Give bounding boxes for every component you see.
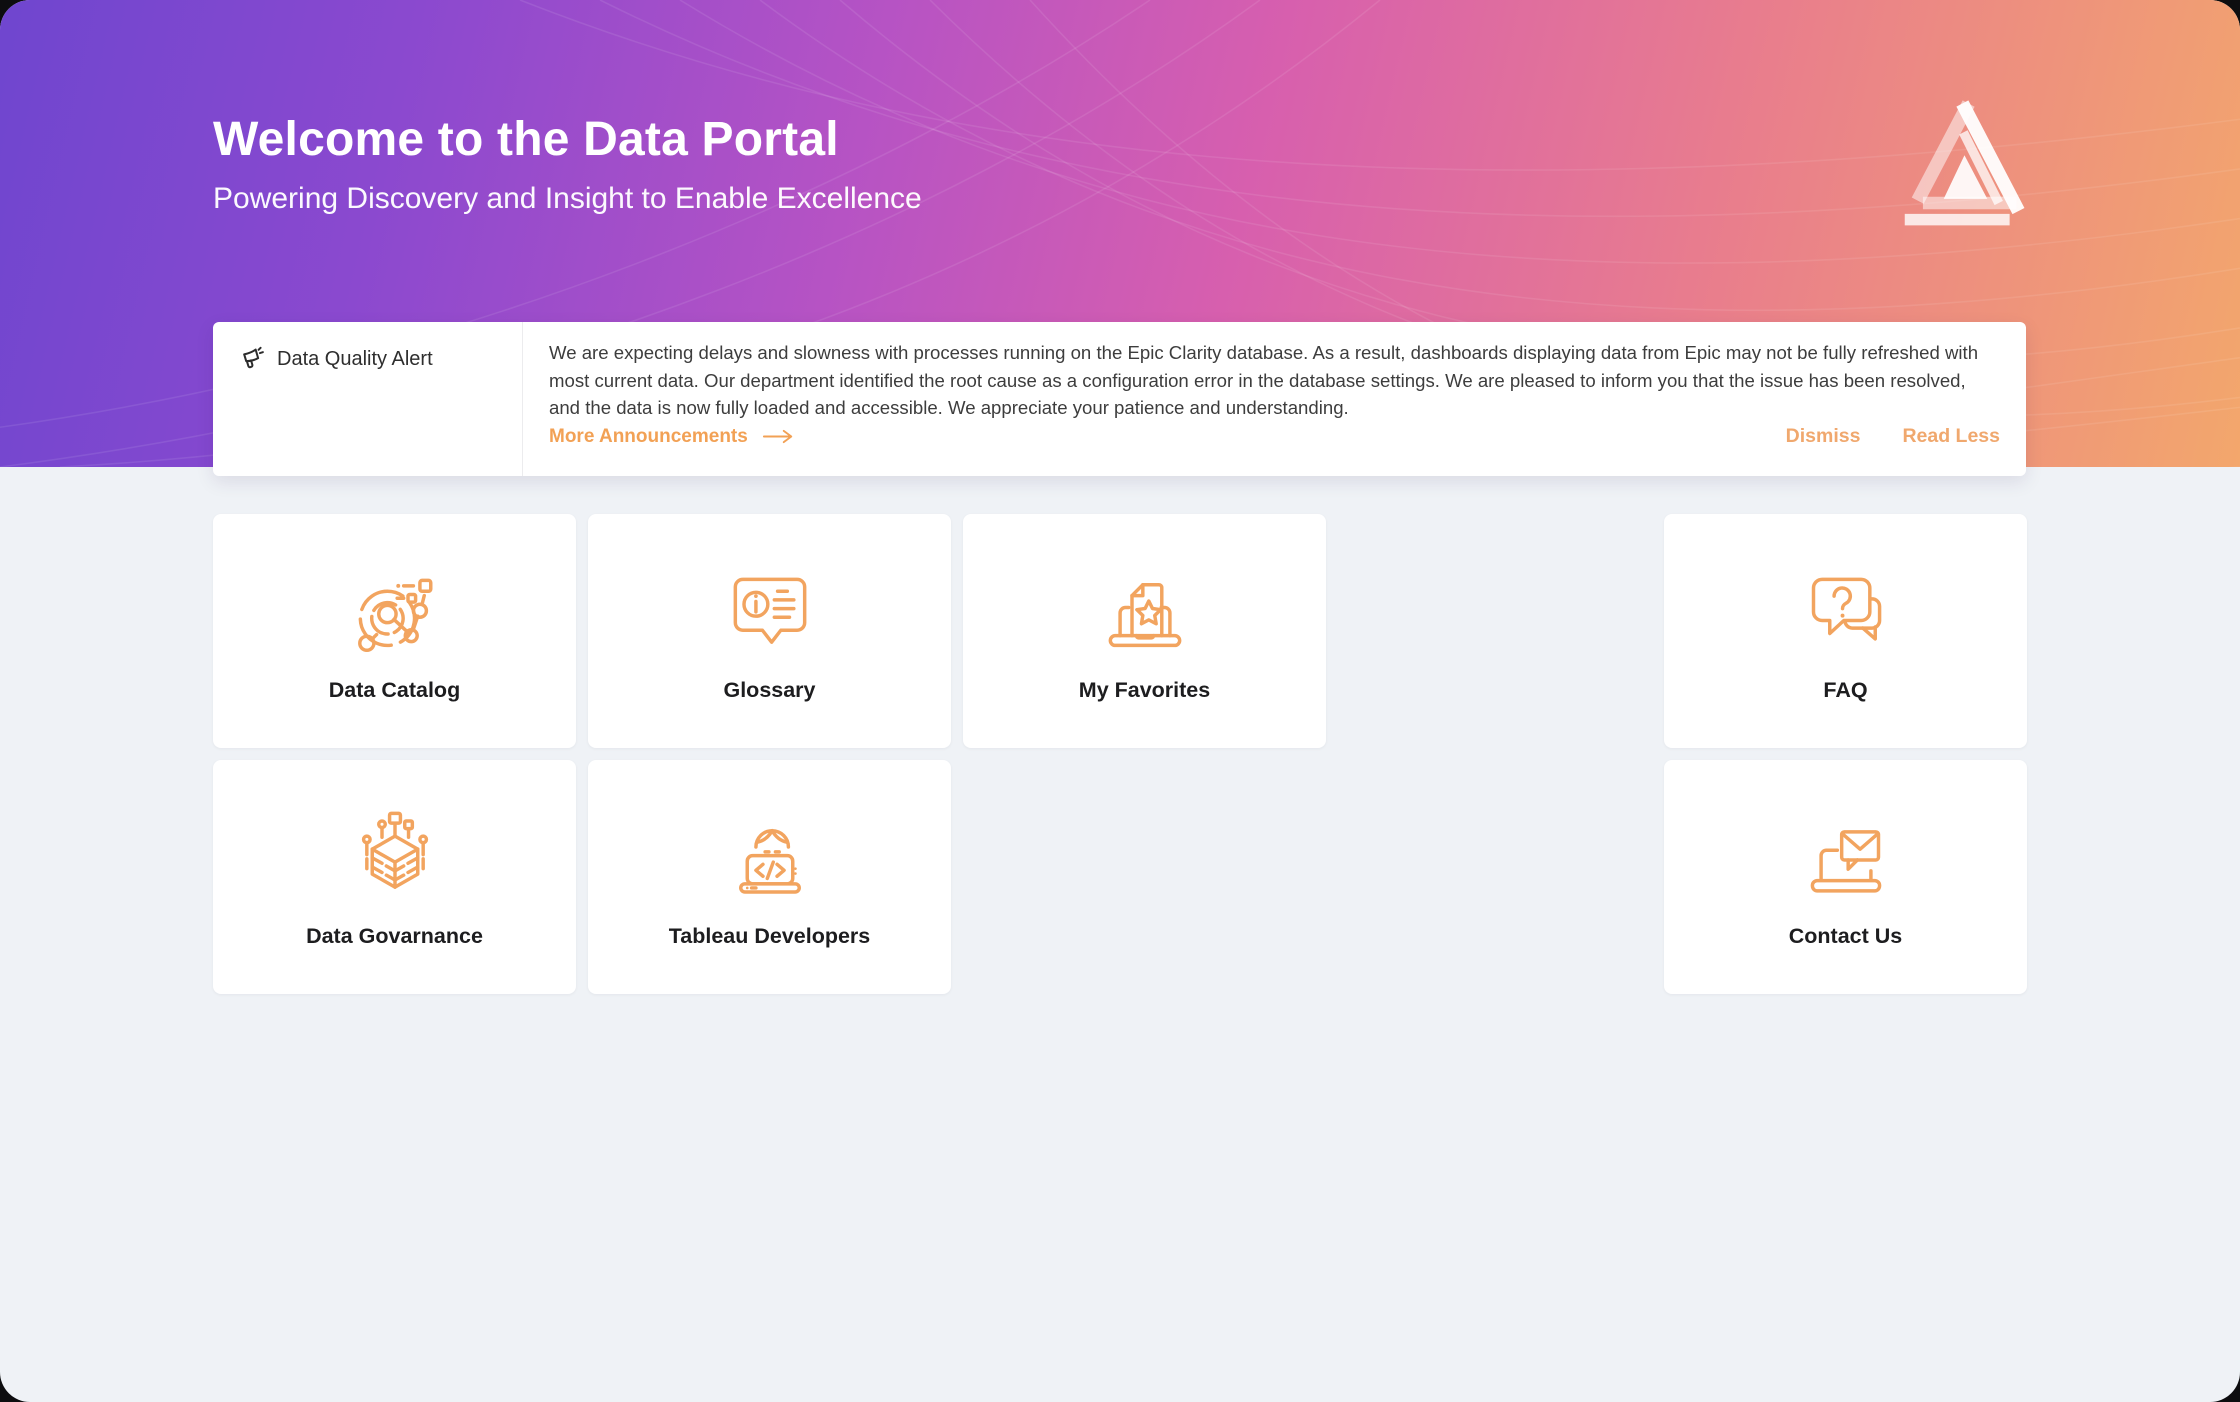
data-governance-icon bbox=[343, 808, 447, 912]
card-label: Data Govarnance bbox=[213, 924, 576, 949]
my-favorites-icon bbox=[1093, 562, 1197, 666]
card-data-governance[interactable]: Data Govarnance bbox=[213, 760, 576, 994]
card-label: Contact Us bbox=[1664, 924, 2027, 949]
triangle-logo-icon bbox=[1898, 95, 2033, 230]
card-label: Glossary bbox=[588, 678, 951, 703]
page-root: Welcome to the Data Portal Powering Disc… bbox=[0, 0, 2240, 1402]
more-announcements-label: More Announcements bbox=[549, 426, 748, 448]
announcement-title: Data Quality Alert bbox=[277, 348, 433, 371]
page-subtitle: Powering Discovery and Insight to Enable… bbox=[213, 182, 922, 216]
contact-us-icon bbox=[1794, 808, 1898, 912]
faq-icon bbox=[1794, 562, 1898, 666]
card-label: My Favorites bbox=[963, 678, 1326, 703]
announcement-actions: Dismiss Read Less bbox=[1786, 425, 2000, 448]
card-label: FAQ bbox=[1664, 678, 2027, 703]
megaphone-icon bbox=[239, 346, 266, 373]
announcement-footer: More Announcements Dismiss Read Less bbox=[549, 425, 2000, 448]
page-title: Welcome to the Data Portal bbox=[213, 112, 839, 167]
announcement-message: We are expecting delays and slowness wit… bbox=[549, 339, 1997, 422]
more-announcements-link[interactable]: More Announcements bbox=[549, 426, 796, 448]
card-glossary[interactable]: Glossary bbox=[588, 514, 951, 748]
dismiss-button[interactable]: Dismiss bbox=[1786, 425, 1861, 448]
announcement-card: Data Quality Alert We are expecting dela… bbox=[213, 322, 2026, 476]
card-my-favorites[interactable]: My Favorites bbox=[963, 514, 1326, 748]
tableau-developers-icon bbox=[718, 808, 822, 912]
card-data-catalog[interactable]: Data Catalog bbox=[213, 514, 576, 748]
card-label: Tableau Developers bbox=[588, 924, 951, 949]
card-contact-us[interactable]: Contact Us bbox=[1664, 760, 2027, 994]
glossary-icon bbox=[718, 562, 822, 666]
announcement-header: Data Quality Alert bbox=[239, 346, 433, 373]
read-less-button[interactable]: Read Less bbox=[1902, 425, 2000, 448]
card-label: Data Catalog bbox=[213, 678, 576, 703]
vertical-divider bbox=[522, 322, 523, 476]
arrow-right-icon bbox=[762, 428, 796, 445]
card-faq[interactable]: FAQ bbox=[1664, 514, 2027, 748]
data-catalog-icon bbox=[343, 562, 447, 666]
card-tableau-developers[interactable]: Tableau Developers bbox=[588, 760, 951, 994]
